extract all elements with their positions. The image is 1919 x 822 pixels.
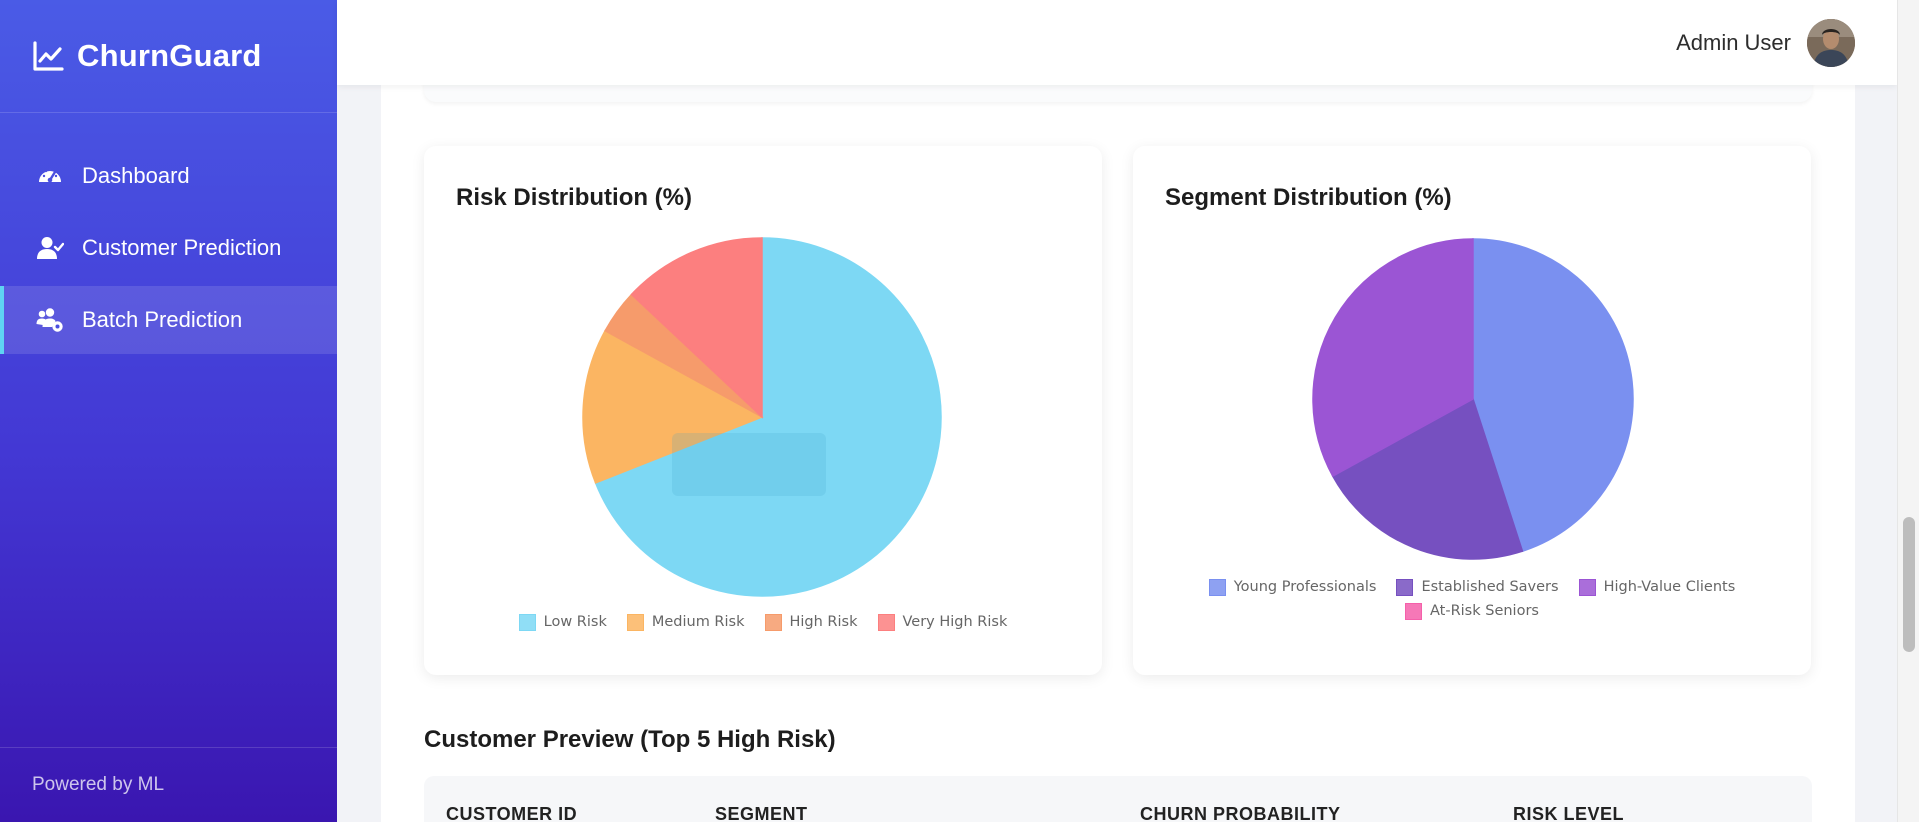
segment-distribution-card: Segment Distribution (%) Young Professio… xyxy=(1133,146,1811,675)
sidebar: ChurnGuard Dashboard Customer Prediction xyxy=(0,0,337,822)
legend-item[interactable]: Low Risk xyxy=(518,610,607,634)
sidebar-item-batch-prediction[interactable]: Batch Prediction xyxy=(0,286,337,354)
legend-swatch xyxy=(877,613,895,631)
column-header[interactable]: RISK LEVEL xyxy=(1513,804,1624,822)
risk-distribution-card: Risk Distribution (%) Low Risk Medium Ris… xyxy=(424,146,1102,675)
legend-label: At-Risk Seniors xyxy=(1430,603,1539,619)
topbar: Admin User xyxy=(337,0,1897,85)
user-photo-icon xyxy=(1807,18,1855,67)
chart-line-icon xyxy=(33,41,64,71)
sidebar-item-dashboard[interactable]: Dashboard xyxy=(0,142,337,210)
column-header[interactable]: SEGMENT xyxy=(715,804,808,822)
legend-label: Very High Risk xyxy=(902,614,1008,630)
legend-label: Young Professionals xyxy=(1233,579,1377,595)
legend-label: Low Risk xyxy=(543,614,607,630)
legend-item[interactable]: Young Professionals xyxy=(1208,575,1377,599)
risk-pie-chart[interactable] xyxy=(424,146,1102,675)
column-header[interactable]: CHURN PROBABILITY xyxy=(1140,804,1341,822)
legend-label: Established Savers xyxy=(1421,579,1559,595)
sidebar-nav: Dashboard Customer Prediction Batch Pred… xyxy=(0,142,337,354)
sidebar-item-label: Batch Prediction xyxy=(82,307,243,332)
brand[interactable]: ChurnGuard xyxy=(0,0,337,113)
sidebar-footer: Powered by ML xyxy=(0,747,337,822)
sidebar-item-customer-prediction[interactable]: Customer Prediction xyxy=(0,214,337,282)
brand-name: ChurnGuard xyxy=(77,38,262,73)
avatar[interactable] xyxy=(1807,18,1855,67)
legend-swatch xyxy=(1405,602,1422,620)
preview-table-header: CUSTOMER ID SEGMENT CHURN PROBABILITY RI… xyxy=(424,776,1812,822)
legend-item[interactable]: Medium Risk xyxy=(626,610,745,634)
preview-title: Customer Preview (Top 5 High Risk) xyxy=(424,726,836,753)
column-header[interactable]: CUSTOMER ID xyxy=(446,804,577,822)
page-scrollbar[interactable] xyxy=(1897,0,1919,822)
legend-item[interactable]: Very High Risk xyxy=(877,610,1008,634)
legend-swatch xyxy=(1396,578,1414,596)
legend-item[interactable]: Established Savers xyxy=(1396,575,1559,599)
legend-item[interactable]: High-Value Clients xyxy=(1578,575,1736,599)
users-gear-icon xyxy=(36,308,63,332)
risk-chart-legend: Low Risk Medium Risk High Risk Very High Ri… xyxy=(424,610,1102,634)
legend-label: High-Value Clients xyxy=(1603,579,1736,595)
legend-swatch xyxy=(518,613,536,631)
user-check-icon xyxy=(37,237,64,259)
legend-label: Medium Risk xyxy=(651,614,745,630)
legend-swatch xyxy=(1578,578,1596,596)
legend-swatch xyxy=(764,613,782,631)
legend-item[interactable]: High Risk xyxy=(764,610,858,634)
user-name[interactable]: Admin User xyxy=(1676,30,1791,56)
sidebar-item-label: Dashboard xyxy=(82,163,190,188)
segment-chart-legend: Young Professionals Established Savers Hig… xyxy=(1133,575,1811,623)
sidebar-item-label: Customer Prediction xyxy=(82,235,282,260)
chart-tooltip xyxy=(672,433,826,496)
gauge-icon xyxy=(39,168,61,183)
legend-label: High Risk xyxy=(789,614,858,630)
legend-item[interactable]: At-Risk Seniors xyxy=(1405,599,1539,623)
legend-swatch xyxy=(626,613,644,631)
scrollbar-thumb[interactable] xyxy=(1903,517,1915,652)
legend-swatch xyxy=(1208,578,1226,596)
